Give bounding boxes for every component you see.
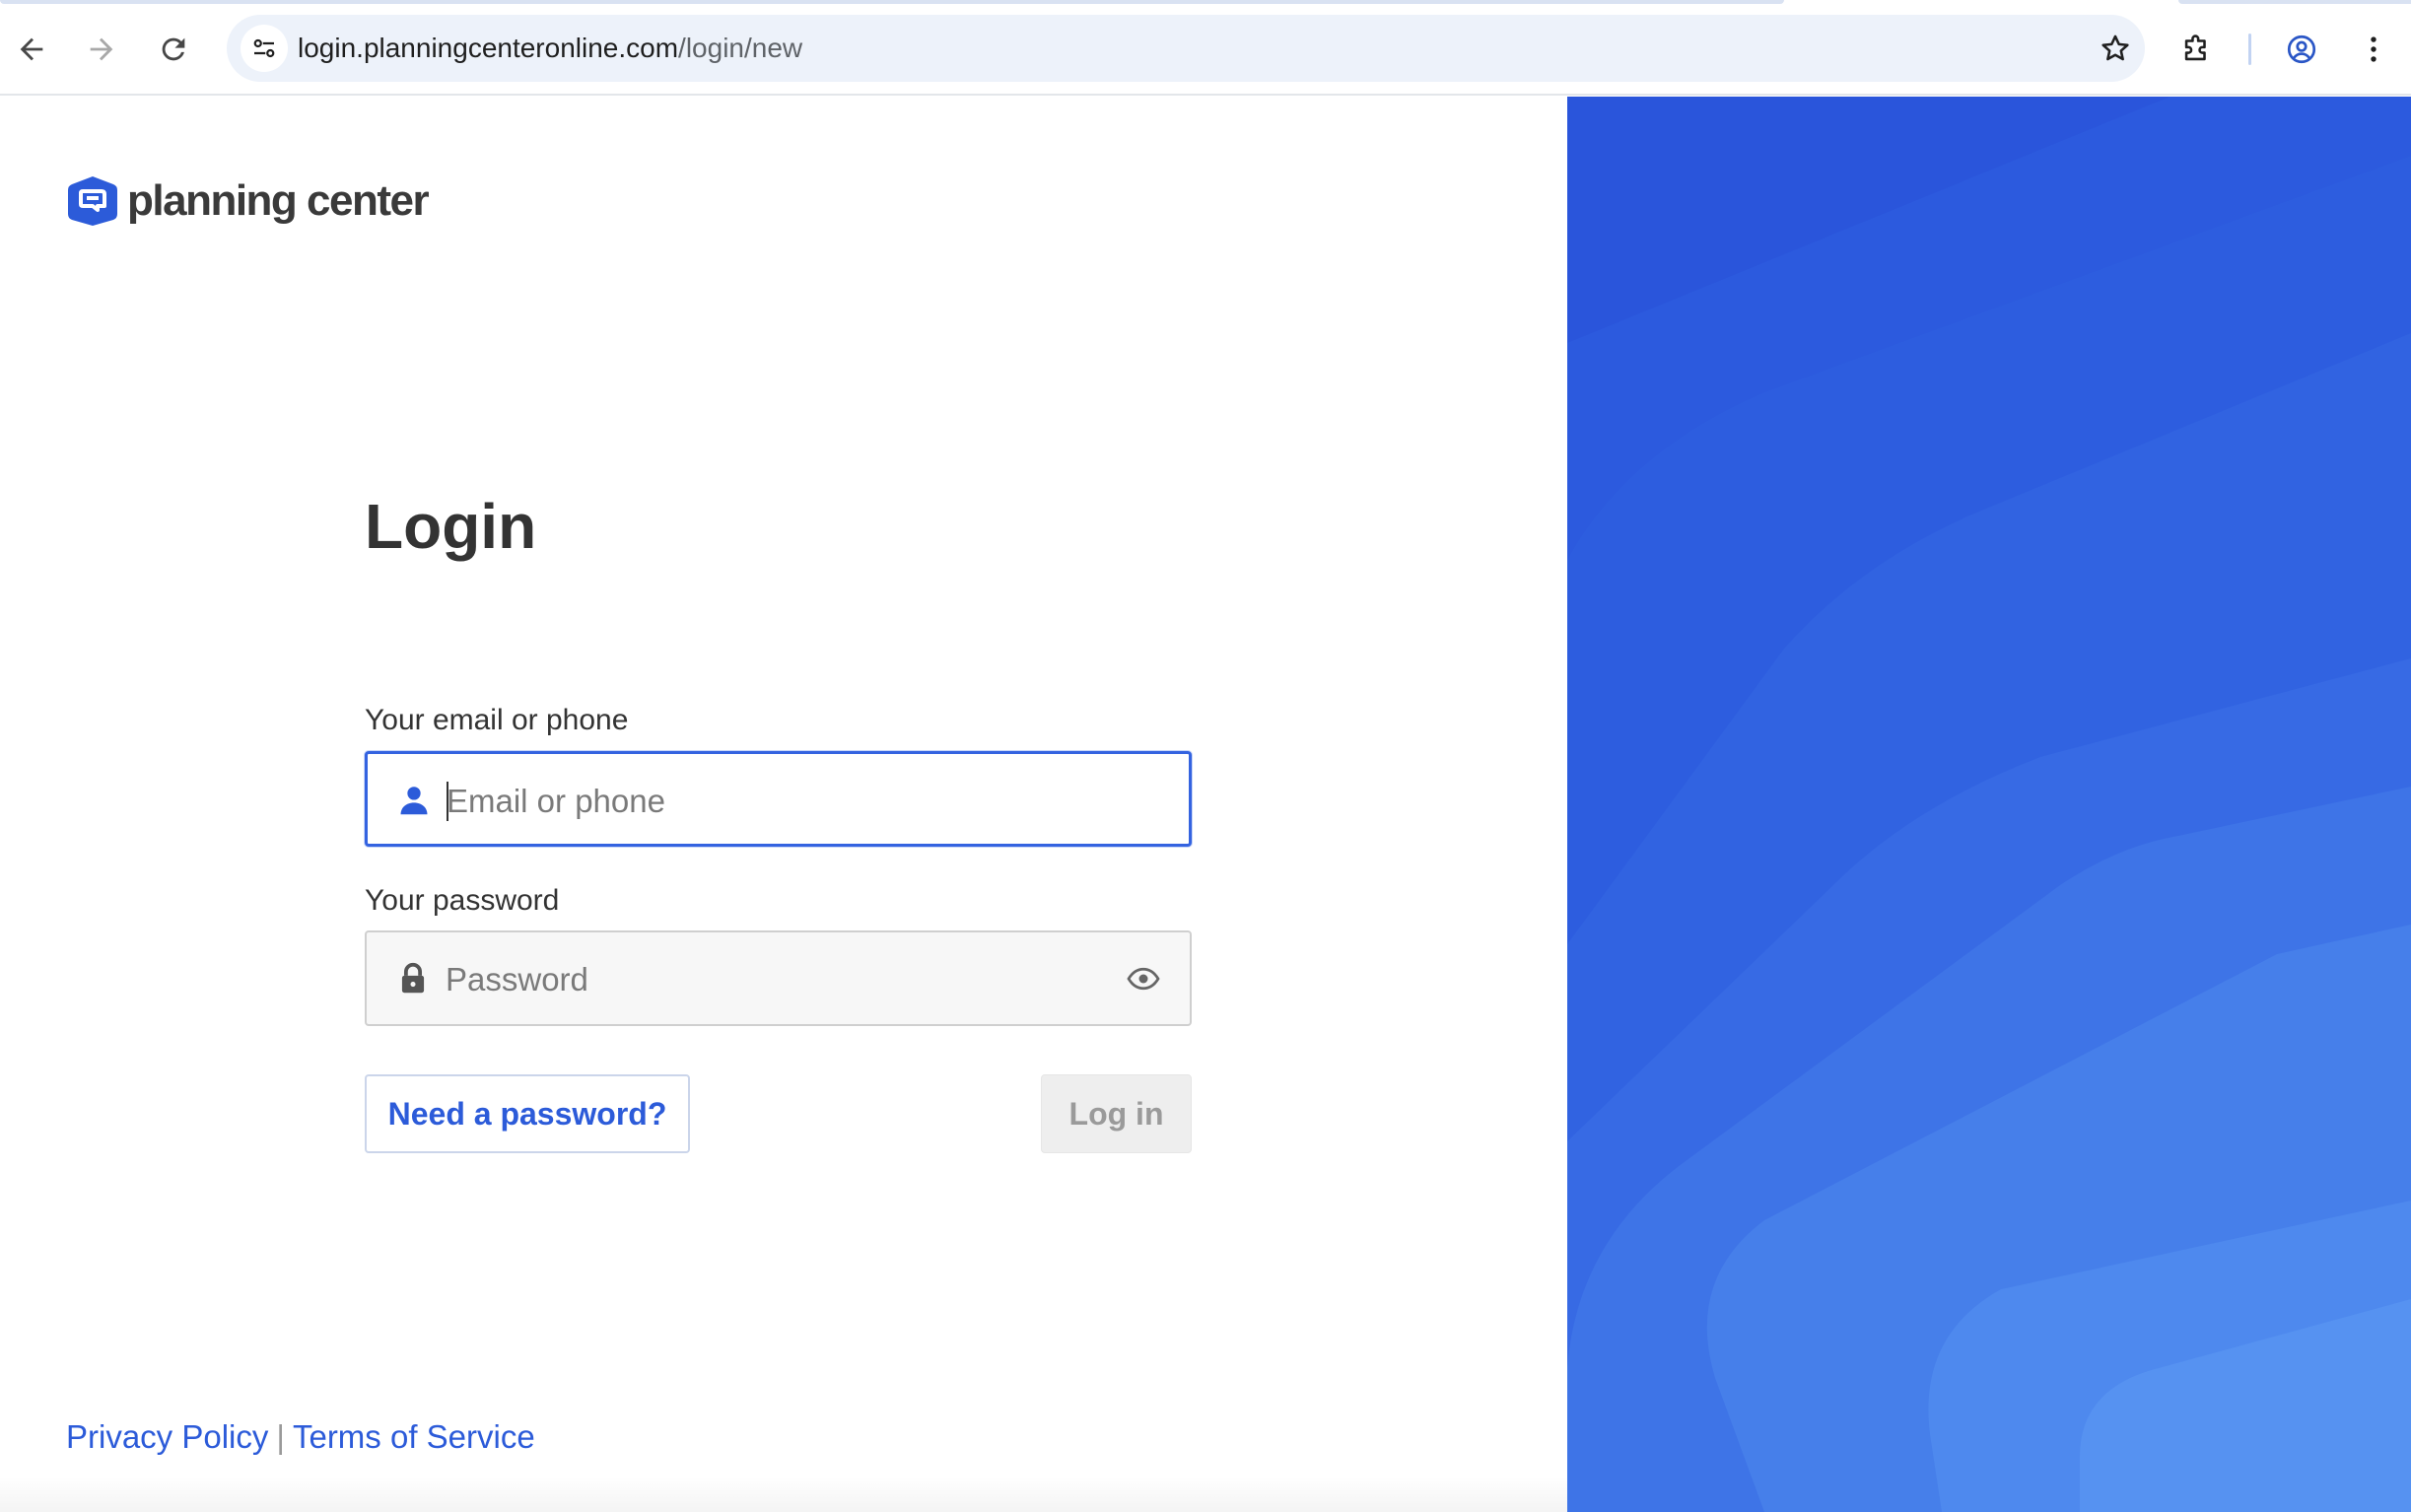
layered-shapes-illustration bbox=[1567, 97, 2411, 1512]
footer-separator: | bbox=[276, 1418, 285, 1455]
lock-icon bbox=[401, 962, 425, 994]
person-icon bbox=[400, 787, 428, 815]
login-button[interactable]: Log in bbox=[1041, 1074, 1192, 1153]
email-input[interactable] bbox=[447, 774, 1097, 829]
show-password-icon[interactable] bbox=[1126, 961, 1161, 997]
email-field-container bbox=[365, 751, 1192, 847]
email-label: Your email or phone bbox=[365, 704, 629, 736]
tune-icon bbox=[253, 38, 275, 58]
tab-strip-segment bbox=[0, 0, 1784, 4]
privacy-policy-link[interactable]: Privacy Policy bbox=[66, 1418, 268, 1455]
footer-links: Privacy Policy | Terms of Service bbox=[66, 1417, 535, 1457]
bookmark-button[interactable] bbox=[2088, 21, 2143, 76]
browser-toolbar: login.planningcenteronline.com/login/new bbox=[0, 0, 2411, 96]
browser-menu-button[interactable] bbox=[2346, 22, 2401, 77]
login-form: Login Your email or phone Your password bbox=[365, 489, 1192, 1153]
toolbar-divider bbox=[2248, 34, 2251, 65]
text-cursor bbox=[447, 782, 448, 821]
brand-logo[interactable]: planning center bbox=[66, 173, 430, 229]
more-vert-icon bbox=[2371, 36, 2377, 62]
forward-button[interactable] bbox=[74, 22, 129, 77]
star-icon bbox=[2101, 34, 2129, 61]
url-host: login.planningcenteronline.com bbox=[298, 33, 679, 63]
need-password-button[interactable]: Need a password? bbox=[365, 1074, 690, 1153]
extensions-button[interactable] bbox=[2169, 22, 2224, 77]
bottom-fade bbox=[0, 1477, 1567, 1512]
terms-of-service-link[interactable]: Terms of Service bbox=[293, 1418, 535, 1455]
tab-strip bbox=[0, 0, 2411, 4]
profile-button[interactable] bbox=[2274, 22, 2329, 77]
tab-strip-segment bbox=[2178, 0, 2411, 4]
back-button[interactable] bbox=[4, 22, 59, 77]
url-path: /login/new bbox=[678, 33, 803, 63]
arrow-left-icon bbox=[20, 37, 43, 61]
reload-button[interactable] bbox=[146, 22, 201, 77]
url-text[interactable]: login.planningcenteronline.com/login/new bbox=[298, 33, 802, 64]
puzzle-icon bbox=[2184, 34, 2206, 61]
address-bar[interactable]: login.planningcenteronline.com/login/new bbox=[227, 15, 2145, 82]
decorative-panel bbox=[1567, 97, 2411, 1512]
page-title: Login bbox=[365, 491, 537, 562]
password-label: Your password bbox=[365, 884, 560, 917]
account-circle-icon bbox=[2287, 34, 2316, 64]
password-field-container bbox=[365, 930, 1192, 1026]
password-input[interactable] bbox=[446, 952, 1096, 1007]
brand-name: planning center bbox=[127, 176, 430, 225]
reload-icon bbox=[162, 37, 185, 61]
site-info-button[interactable] bbox=[241, 25, 288, 72]
login-pane: planning center Login Your email or phon… bbox=[0, 97, 1567, 1512]
planning-center-logo-icon bbox=[68, 176, 117, 226]
arrow-right-icon bbox=[90, 37, 113, 61]
page: planning center Login Your email or phon… bbox=[0, 97, 2411, 1512]
